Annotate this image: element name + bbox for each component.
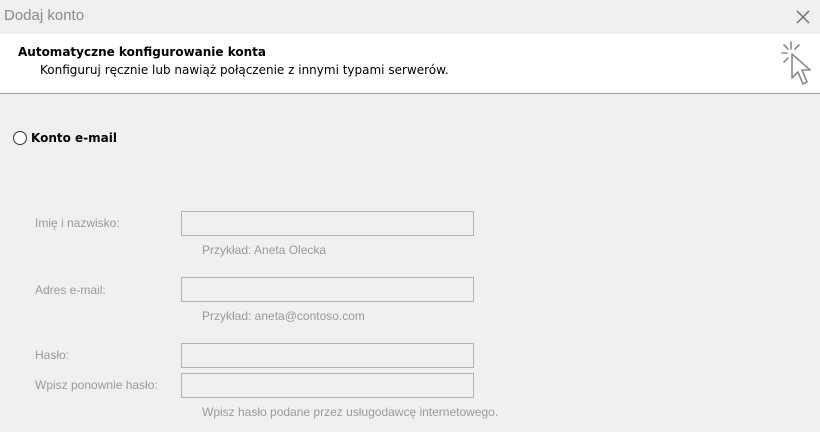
password-label: Hasło: bbox=[35, 348, 70, 362]
cursor-sparkle-icon bbox=[781, 41, 811, 85]
title-bar: Dodaj konto bbox=[0, 0, 820, 34]
wizard-header: Automatyczne konfigurowanie konta Konfig… bbox=[0, 34, 820, 94]
close-button[interactable] bbox=[790, 4, 816, 30]
email-field[interactable] bbox=[181, 277, 474, 302]
email-account-radio-label: Konto e-mail bbox=[31, 131, 117, 145]
header-subtitle: Konfiguruj ręcznie lub nawiąż połączenie… bbox=[40, 63, 449, 77]
header-title: Automatyczne konfigurowanie konta bbox=[18, 45, 266, 59]
confirm-password-label: Wpisz ponownie hasło: bbox=[35, 378, 158, 392]
window-title: Dodaj konto bbox=[4, 7, 85, 24]
name-label: Imię i nazwisko: bbox=[35, 216, 120, 230]
password-field[interactable] bbox=[181, 343, 474, 368]
radio-button[interactable] bbox=[13, 131, 27, 145]
password-hint: Wpisz hasło podane przez usługodawcę int… bbox=[202, 405, 499, 419]
name-field[interactable] bbox=[181, 211, 474, 236]
email-label: Adres e-mail: bbox=[35, 283, 106, 297]
confirm-password-field[interactable] bbox=[181, 373, 474, 398]
close-icon bbox=[796, 10, 810, 24]
email-hint: Przykład: aneta@contoso.com bbox=[202, 309, 365, 323]
email-account-radio[interactable]: Konto e-mail bbox=[13, 129, 117, 147]
name-hint: Przykład: Aneta Olecka bbox=[202, 243, 327, 257]
